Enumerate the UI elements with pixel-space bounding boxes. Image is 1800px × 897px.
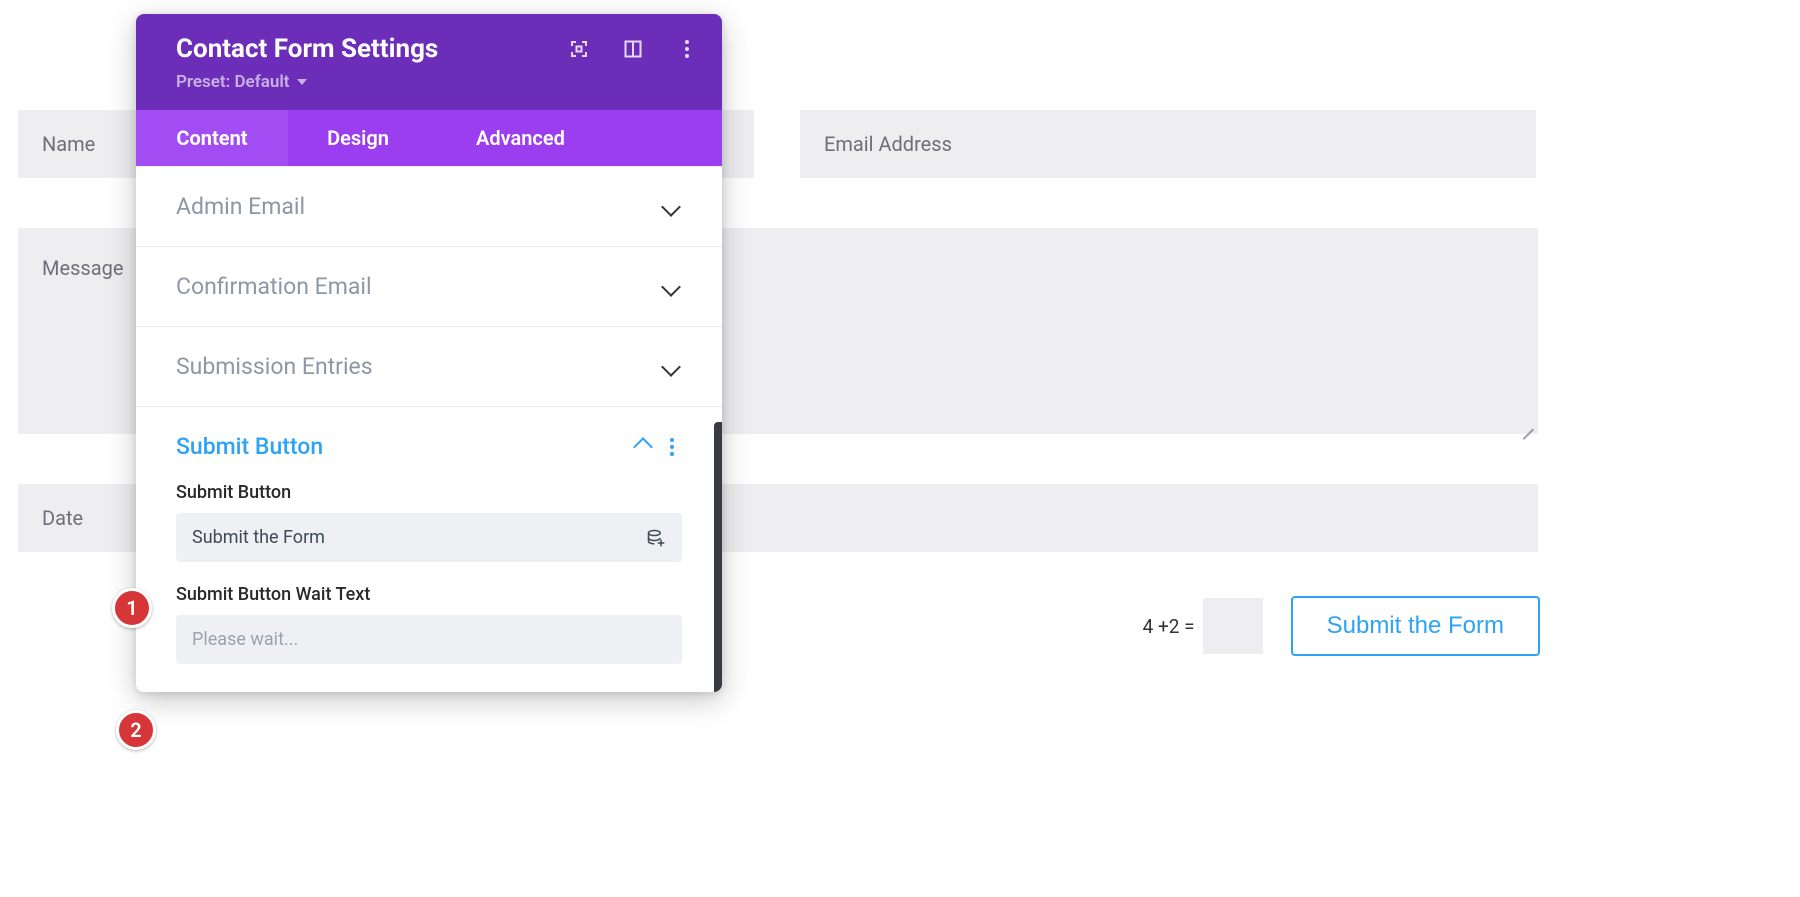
preset-selector[interactable]: Preset: Default	[176, 72, 696, 92]
annotation-marker-2: 2	[116, 710, 156, 750]
captcha-equation-text: 4 +2 =	[1143, 615, 1195, 638]
panel-header[interactable]: Contact Form Settings	[136, 14, 722, 110]
annotation-marker-1: 1	[112, 588, 152, 628]
chevron-down-icon	[661, 357, 681, 377]
section-title: Submit Button	[176, 433, 323, 460]
expand-icon[interactable]	[570, 40, 588, 58]
chevron-down-icon	[661, 277, 681, 297]
chevron-down-icon	[661, 197, 681, 217]
more-options-icon[interactable]	[678, 40, 696, 58]
name-placeholder: Name	[42, 132, 95, 156]
resize-handle-icon[interactable]	[1520, 416, 1534, 430]
captcha-row: 4 +2 = Submit the Form	[800, 596, 1540, 656]
email-placeholder: Email Address	[824, 132, 952, 156]
wait-text-field-label: Submit Button Wait Text	[176, 584, 682, 605]
submit-button-section-body: Submit Button Submit the Form Submit But…	[136, 480, 722, 692]
tab-advanced[interactable]: Advanced	[428, 110, 722, 166]
captcha-equation: 4 +2 =	[1143, 598, 1263, 654]
section-title: Admin Email	[176, 193, 305, 220]
contact-form-settings-panel: Contact Form Settings	[136, 14, 722, 692]
submit-button-text-value: Submit the Form	[192, 527, 325, 548]
captcha-answer-input[interactable]	[1203, 598, 1263, 654]
preset-label: Preset: Default	[176, 72, 289, 92]
section-title: Confirmation Email	[176, 273, 372, 300]
email-input[interactable]: Email Address	[800, 110, 1536, 178]
submit-button-field-label: Submit Button	[176, 482, 682, 503]
section-title: Submission Entries	[176, 353, 373, 380]
date-placeholder: Date	[42, 506, 83, 530]
wait-text-placeholder: Please wait...	[192, 629, 298, 650]
chevron-up-icon	[633, 437, 653, 457]
panel-body: Admin Email Confirmation Email Submissio…	[136, 166, 722, 692]
section-confirmation-email[interactable]: Confirmation Email	[136, 246, 722, 326]
section-options-icon[interactable]	[670, 438, 674, 456]
section-admin-email[interactable]: Admin Email	[136, 166, 722, 246]
tab-content[interactable]: Content	[136, 110, 288, 166]
tab-design[interactable]: Design	[288, 110, 428, 166]
wait-text-input[interactable]: Please wait...	[176, 615, 682, 664]
section-submission-entries[interactable]: Submission Entries	[136, 326, 722, 406]
dynamic-content-icon[interactable]	[646, 528, 666, 548]
submit-button-text-input[interactable]: Submit the Form	[176, 513, 682, 562]
snap-layout-icon[interactable]	[624, 40, 642, 58]
section-submit-button[interactable]: Submit Button	[136, 406, 722, 486]
panel-title: Contact Form Settings	[176, 34, 570, 64]
message-placeholder: Message	[42, 256, 123, 280]
panel-tabs: Content Design Advanced	[136, 110, 722, 166]
caret-down-icon	[297, 79, 307, 85]
submit-form-button[interactable]: Submit the Form	[1291, 596, 1540, 656]
